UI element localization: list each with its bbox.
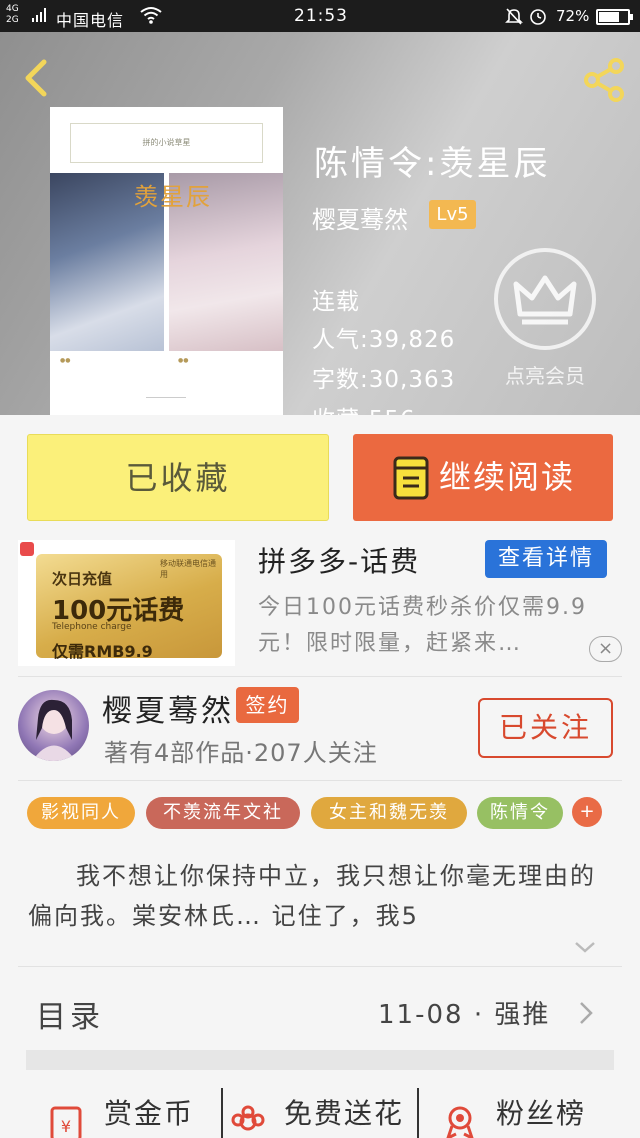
divider xyxy=(417,1088,419,1138)
tag-item[interactable]: 不羡流年文社 xyxy=(146,797,300,829)
back-arrow-icon[interactable] xyxy=(18,58,54,98)
ad-description[interactable]: 今日100元话费秒杀价仅需9.9元！限时限量，赶紧来… xyxy=(258,590,598,662)
ad-title[interactable]: 拼多多-话费 xyxy=(258,540,420,580)
mute-bell-icon xyxy=(505,8,523,25)
book-popularity: 人气:39,826 xyxy=(312,327,456,353)
network-indicator: 4G 2G xyxy=(6,4,19,25)
divider xyxy=(18,780,622,781)
reward-coins-button[interactable]: 赏金币 xyxy=(104,1092,194,1132)
tag-item[interactable]: 影视同人 xyxy=(27,797,135,829)
clock: 21:53 xyxy=(294,6,348,26)
divider xyxy=(221,1088,223,1138)
author-avatar[interactable] xyxy=(18,690,89,761)
book-header: 拼的小说草星 羡星辰 ●● ●● 陈情令:羡星辰 樱夏蓦然 Lv5 连载 人气:… xyxy=(0,32,640,415)
ad-card-line4: 仅需RMB9.9 xyxy=(52,642,153,661)
status-bar: 4G 2G 中国电信 21:53 72% xyxy=(0,0,640,32)
battery-percent: 72% xyxy=(556,7,590,25)
ad-card: 移动联通电信通用 次日充值 100元话费 Telephone charge 仅需… xyxy=(36,554,222,661)
ad-card-line1: 次日充值 xyxy=(52,570,113,588)
book-icon xyxy=(393,456,429,500)
book-favorites: 收藏:556 xyxy=(312,400,416,415)
alarm-icon xyxy=(530,9,546,25)
ad-close-button[interactable]: × xyxy=(589,636,622,662)
flower-icon[interactable] xyxy=(230,1104,266,1138)
fans-ranking-button[interactable]: 粉丝榜 xyxy=(496,1092,586,1132)
ad-detail-button[interactable]: 查看详情 xyxy=(485,540,607,578)
red-envelope-icon[interactable]: ¥ xyxy=(48,1104,84,1138)
author-stats: 著有4部作品·207人关注 xyxy=(104,739,378,767)
more-tags-button[interactable]: + xyxy=(572,797,602,827)
signal-icon xyxy=(32,8,46,22)
chevron-down-icon[interactable] xyxy=(574,940,596,954)
ad-logo-icon xyxy=(20,542,34,556)
divider xyxy=(18,966,622,967)
vip-label[interactable]: 点亮会员 xyxy=(494,360,596,389)
tag-item[interactable]: 女主和魏无羡 xyxy=(311,797,467,829)
send-flowers-button[interactable]: 免费送花 xyxy=(284,1092,404,1132)
collected-button[interactable]: 已收藏 xyxy=(27,434,329,521)
bottom-action-bar: ¥ 赏金币 免费送花 粉丝榜 xyxy=(0,1080,640,1138)
battery-icon xyxy=(596,9,633,25)
book-author[interactable]: 樱夏蓦然 xyxy=(312,200,408,235)
continue-reading-label: 继续阅读 xyxy=(439,458,576,496)
divider xyxy=(18,676,622,677)
share-icon[interactable] xyxy=(580,56,628,104)
author-name[interactable]: 樱夏蓦然 xyxy=(102,686,234,730)
section-separator xyxy=(26,1050,614,1070)
follow-button[interactable]: 已关注 xyxy=(478,698,613,758)
signed-badge: 签约 xyxy=(236,687,299,723)
wifi-icon xyxy=(140,7,162,24)
chevron-right-icon[interactable] xyxy=(578,1000,594,1026)
carrier-name: 中国电信 xyxy=(56,11,125,30)
svg-text:¥: ¥ xyxy=(61,1117,71,1136)
continue-reading-button[interactable]: 继续阅读 xyxy=(353,434,613,521)
cover-caption: 拼的小说草星 xyxy=(70,123,263,163)
cover-footer-line xyxy=(146,397,186,405)
ad-card-line3: Telephone charge xyxy=(52,622,132,632)
toc-latest[interactable]: 11-08 · 强推 xyxy=(378,994,550,1031)
fans-ranking-icon[interactable] xyxy=(442,1104,478,1138)
book-title: 陈情令:羡星辰 xyxy=(314,144,551,184)
book-status: 连载 xyxy=(312,289,360,315)
cover-mark-left: ●● xyxy=(60,357,71,364)
ad-card-corner: 移动联通电信通用 xyxy=(160,559,216,579)
cover-mark-right: ●● xyxy=(178,357,189,364)
toc-label[interactable]: 目录 xyxy=(36,992,104,1036)
ad-image[interactable]: 移动联通电信通用 次日充值 100元话费 Telephone charge 仅需… xyxy=(18,540,235,666)
vip-crown-icon[interactable] xyxy=(494,248,596,350)
cover-title: 羡星辰 xyxy=(134,183,212,211)
book-word-count: 字数:30,363 xyxy=(312,367,456,393)
book-cover[interactable]: 拼的小说草星 羡星辰 ●● ●● xyxy=(50,107,283,415)
book-intro[interactable]: 我不想让你保持中立，我只想让你毫无理由的偏向我。棠安林氏… 记住了，我5 xyxy=(28,856,614,940)
author-level-badge: Lv5 xyxy=(429,200,476,229)
tag-item[interactable]: 陈情令 xyxy=(477,797,563,829)
